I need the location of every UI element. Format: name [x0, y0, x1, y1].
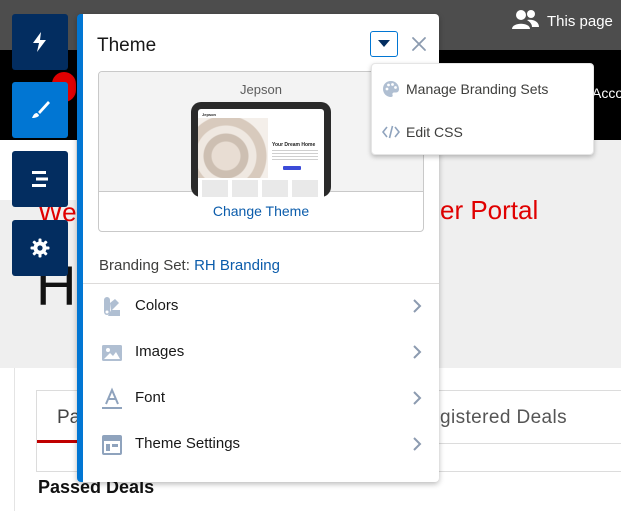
- caret-down-icon: [378, 40, 390, 47]
- menu-item-label: Colors: [135, 297, 179, 314]
- lightning-icon: [33, 32, 46, 52]
- panel-title: Theme: [97, 35, 157, 56]
- toolbar-components-button[interactable]: [12, 14, 68, 70]
- branding-set-link[interactable]: RH Branding: [194, 257, 280, 274]
- page-access-label[interactable]: This page: [547, 13, 613, 30]
- branding-set-row: Branding Set: RH Branding: [99, 257, 280, 274]
- menu-item-colors[interactable]: Colors: [83, 283, 439, 329]
- theme-options-menu: Manage Branding Sets Edit CSS: [371, 63, 594, 155]
- account-link[interactable]: Accou: [592, 85, 621, 101]
- page-structure-icon: [32, 171, 48, 187]
- menu-item-manage-branding-sets[interactable]: Manage Branding Sets: [372, 69, 595, 109]
- tab-registered-deals[interactable]: gistered Deals: [440, 407, 567, 429]
- theme-preview-image: Jepson Your Dream Home: [191, 102, 331, 197]
- gear-icon: [30, 238, 50, 258]
- menu-item-label: Font: [135, 389, 166, 406]
- menu-item-label: Manage Branding Sets: [406, 81, 549, 97]
- toolbar-theme-button[interactable]: [12, 82, 68, 138]
- menu-item-label: Edit CSS: [406, 124, 463, 140]
- paintbrush-icon: [32, 101, 50, 118]
- chevron-right-icon: [413, 299, 422, 313]
- preview-site-name: Jepson: [202, 112, 217, 117]
- menu-item-label: Images: [135, 343, 185, 360]
- toolbar-page-structure-button[interactable]: [12, 151, 68, 207]
- code-icon: [382, 125, 400, 139]
- menu-item-label: Theme Settings: [135, 435, 241, 452]
- chevron-right-icon: [413, 345, 422, 359]
- change-theme-button[interactable]: Change Theme: [99, 203, 423, 219]
- menu-item-font[interactable]: Font: [83, 375, 439, 421]
- branding-set-label: Branding Set:: [99, 257, 190, 274]
- color-swatch-icon: [104, 297, 120, 316]
- theme-options-dropdown-button[interactable]: [370, 31, 398, 57]
- close-icon: [412, 37, 426, 51]
- users-icon: [512, 10, 539, 29]
- menu-item-images[interactable]: Images: [83, 329, 439, 375]
- menu-item-theme-settings[interactable]: Theme Settings: [83, 421, 439, 467]
- preview-hero-title: Your Dream Home: [272, 142, 316, 148]
- toolbar-settings-button[interactable]: [12, 220, 68, 276]
- image-icon: [102, 345, 122, 361]
- close-panel-button[interactable]: [408, 33, 430, 55]
- menu-item-edit-css[interactable]: Edit CSS: [372, 112, 595, 152]
- font-icon: [102, 387, 122, 409]
- hero-heading-end: er Portal: [440, 195, 539, 225]
- chevron-right-icon: [413, 437, 422, 451]
- chevron-right-icon: [413, 391, 422, 405]
- layout-icon: [102, 435, 122, 455]
- palette-icon: [383, 81, 399, 97]
